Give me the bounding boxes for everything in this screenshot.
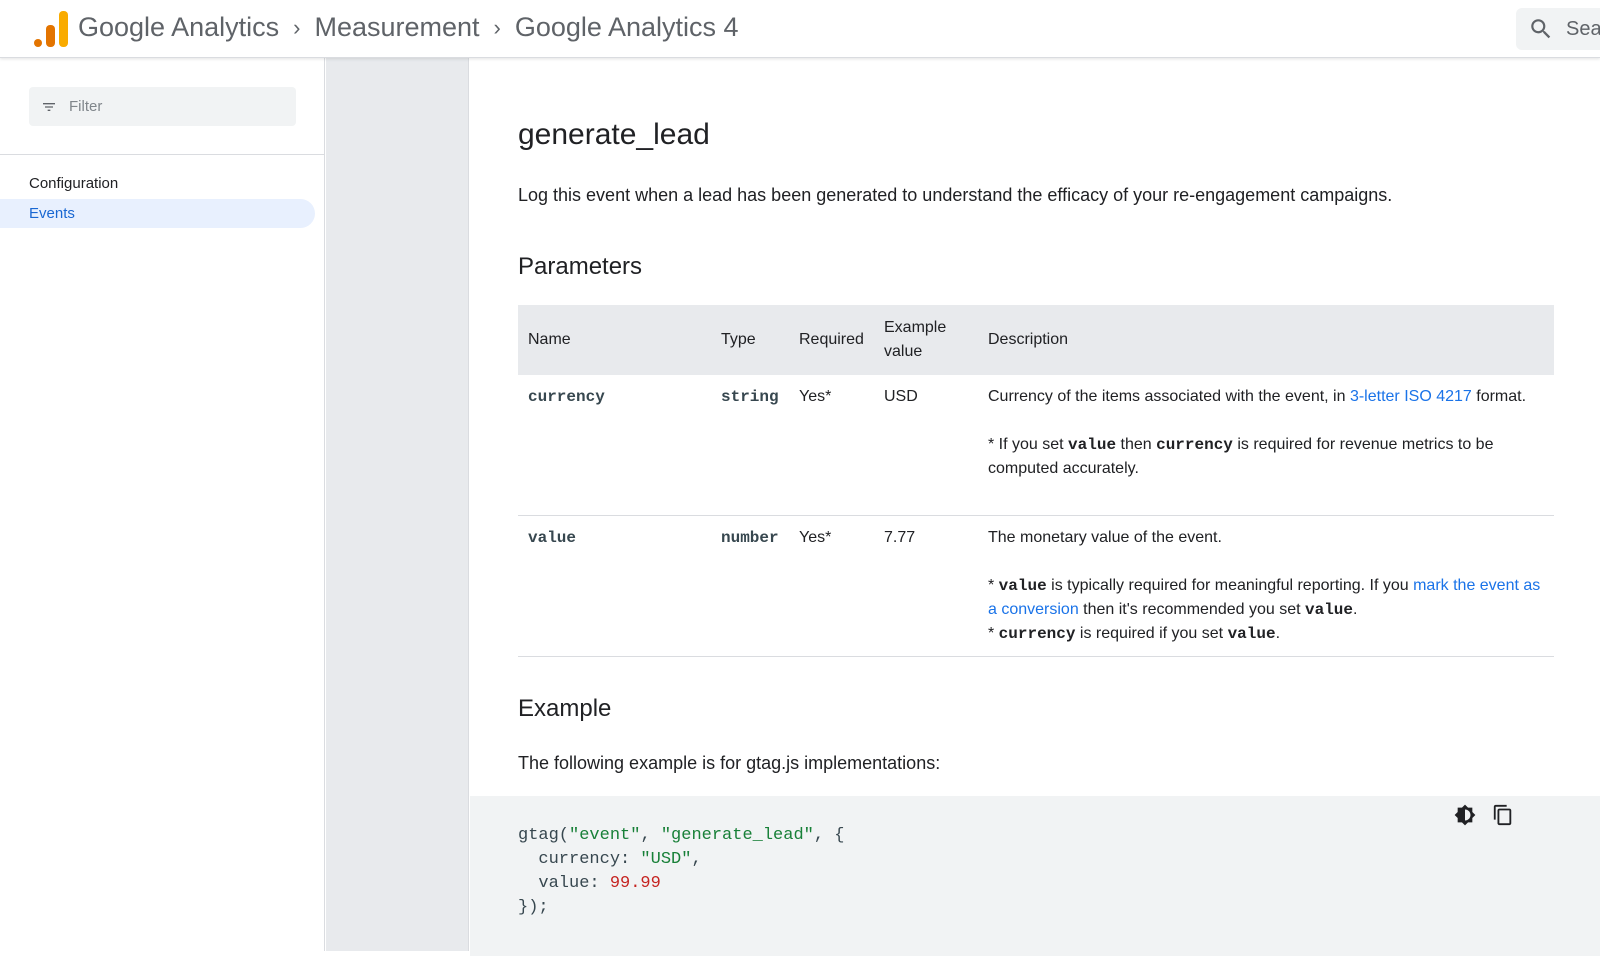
top-header: Google Analytics › Measurement › Google … (0, 0, 1600, 58)
code-snippet: gtag("event", "generate_lead", { currenc… (518, 826, 845, 917)
parameters-table: Name Type Required Example value Descript… (518, 305, 1554, 657)
page-title: generate_lead (518, 118, 710, 151)
column-header-name: Name (528, 331, 571, 348)
example-text: The following example is for gtag.js imp… (518, 753, 941, 773)
param-description: Currency of the items associated with th… (978, 375, 1554, 516)
param-required: Yes* (799, 528, 832, 546)
param-name: value (528, 528, 577, 547)
param-required: Yes* (799, 388, 832, 405)
chevron-right-icon: › (493, 14, 501, 40)
main-content: generate_lead Log this event when a lead… (470, 58, 1600, 956)
code-block: gtag("event", "generate_lead", { currenc… (470, 796, 1600, 956)
column-header-example-value: Example value (884, 319, 947, 360)
sidebar: Filter Configuration Events (0, 58, 325, 951)
param-description: The monetary value of the event. * value… (978, 515, 1554, 657)
column-header-required: Required (799, 331, 864, 348)
filter-placeholder: Filter (69, 98, 103, 115)
search-box[interactable]: Sear (1516, 8, 1600, 50)
iso-4217-link[interactable]: 3-letter ISO 4217 (1350, 388, 1472, 405)
search-placeholder: Sear (1566, 17, 1600, 40)
breadcrumb-home[interactable]: Google Analytics (78, 12, 279, 43)
breadcrumb: Google Analytics › Measurement › Google … (78, 12, 739, 43)
search-icon (1531, 19, 1551, 39)
param-type: string (721, 388, 779, 406)
param-example: 7.77 (884, 528, 916, 546)
table-row: currency string Yes* USD Currency of the… (518, 375, 1554, 516)
param-type: number (721, 528, 779, 547)
chevron-right-icon: › (293, 14, 301, 40)
filter-input[interactable]: Filter (29, 87, 296, 126)
filter-icon (43, 102, 55, 111)
parameters-heading: Parameters (518, 253, 643, 280)
copy-icon[interactable] (1492, 804, 1514, 826)
param-name: currency (528, 388, 605, 406)
brand-google-text: Google (78, 12, 166, 42)
param-example: USD (884, 388, 918, 405)
intro-text: Log this event when a lead has been gene… (518, 185, 1393, 205)
table-row: value number Yes* 7.77 The monetary valu… (518, 515, 1554, 657)
brand-analytics-text: Analytics (171, 12, 280, 42)
table-header-row: Name Type Required Example value Descript… (518, 305, 1554, 375)
breadcrumb-ga4[interactable]: Google Analytics 4 (515, 12, 739, 43)
google-analytics-logo-icon[interactable] (34, 11, 68, 47)
breadcrumb-measurement[interactable]: Measurement (314, 12, 479, 43)
sidebar-divider (0, 154, 324, 155)
sidebar-item-configuration[interactable]: Configuration (0, 169, 315, 198)
sidebar-item-events[interactable]: Events (0, 199, 315, 228)
column-header-type: Type (721, 331, 756, 348)
dark-mode-icon[interactable] (1454, 804, 1476, 826)
column-header-description: Description (988, 331, 1069, 348)
example-heading: Example (518, 695, 612, 722)
left-gutter (326, 58, 469, 951)
